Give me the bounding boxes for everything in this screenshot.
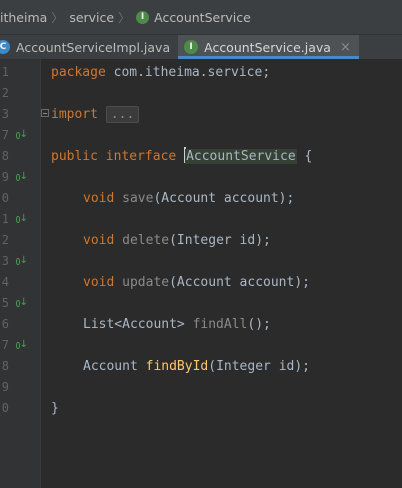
method-params: (); xyxy=(247,317,271,332)
tab-accountservice[interactable]: I AccountService.java × xyxy=(178,35,359,59)
implemented-method-icon[interactable]: ↓ xyxy=(16,171,28,183)
method-name-update[interactable]: update xyxy=(122,275,169,290)
gutter-row: 2 xyxy=(0,83,402,104)
method-params: (Account account); xyxy=(169,275,310,290)
code-line: List<Account> findAll(); xyxy=(0,314,402,335)
ide-window: itheima 〉 service 〉 I AccountService C A… xyxy=(0,0,402,488)
code-line: package com.itheima.service; xyxy=(0,62,402,83)
tab-label: AccountServiceImpl.java xyxy=(16,39,171,55)
method-name-delete[interactable]: delete xyxy=(122,233,169,248)
breadcrumb: itheima 〉 service 〉 I AccountService xyxy=(0,0,402,35)
return-type: void xyxy=(83,275,115,290)
implemented-circle-icon xyxy=(16,341,20,349)
code-text: void save(Account account); xyxy=(83,189,294,208)
code-text: import ... xyxy=(51,105,140,124)
code-line: void delete(Integer id); xyxy=(0,230,402,251)
code-text: void delete(Integer id); xyxy=(83,231,271,250)
code-line: public interface AccountService { xyxy=(0,146,402,167)
gutter-row: 9 ↓ xyxy=(0,167,402,188)
return-type: Account xyxy=(83,359,138,374)
code-editor[interactable]: 1 2 3 7 ↓ 8 9 ↓ 0 1 ↓ 2 3 ↓ 4 5 ↓ 6 7 ↓ 8 9 0 package com.ithe… xyxy=(0,59,402,488)
code-text: void update(Account account); xyxy=(83,273,310,292)
breadcrumb-item-package[interactable]: itheima xyxy=(0,10,47,25)
keyword-interface: interface xyxy=(105,149,177,164)
code-line: Account findById(Integer id); xyxy=(0,356,402,377)
keyword-import: import xyxy=(51,107,98,122)
breadcrumb-separator-icon: 〉 xyxy=(51,10,64,25)
implemented-method-icon[interactable]: ↓ xyxy=(16,255,28,267)
implemented-circle-icon xyxy=(16,299,20,307)
line-number: 5 xyxy=(1,296,9,310)
implemented-method-icon[interactable]: ↓ xyxy=(16,129,28,141)
tab-accountserviceimpl[interactable]: C AccountServiceImpl.java xyxy=(0,35,178,59)
close-brace: } xyxy=(51,401,59,416)
code-text: } xyxy=(51,399,59,418)
gutter-row: 9 xyxy=(0,377,402,398)
arrow-down-icon: ↓ xyxy=(19,213,28,224)
interface-icon: I xyxy=(136,10,150,24)
method-name-findall[interactable]: findAll xyxy=(193,317,248,332)
keyword-package: package xyxy=(51,65,106,80)
line-number: 9 xyxy=(1,170,9,184)
arrow-down-icon: ↓ xyxy=(19,129,28,140)
gutter-row: 1 ↓ xyxy=(0,209,402,230)
breadcrumb-item-service[interactable]: service xyxy=(69,10,114,25)
method-params: (Account account); xyxy=(153,191,295,206)
interface-name[interactable]: AccountService xyxy=(185,149,297,164)
line-number: 2 xyxy=(1,86,9,100)
line-number: 3 xyxy=(1,254,9,268)
implemented-method-icon[interactable]: ↓ xyxy=(16,297,28,309)
method-name-findbyid[interactable]: findById xyxy=(146,359,209,374)
method-params: (Integer id); xyxy=(169,233,271,248)
code-line: void save(Account account); xyxy=(0,188,402,209)
keyword-public: public xyxy=(51,149,98,164)
gutter-row: 3 ↓ xyxy=(0,251,402,272)
breadcrumb-item-accountservice[interactable]: AccountService xyxy=(154,10,251,25)
line-number: 9 xyxy=(1,380,9,394)
gutter-row: 5 ↓ xyxy=(0,293,402,314)
code-text: List<Account> findAll(); xyxy=(83,315,271,334)
arrow-down-icon: ↓ xyxy=(19,255,28,266)
implemented-circle-icon xyxy=(16,131,20,139)
return-type: void xyxy=(83,233,115,248)
fold-toggle-icon[interactable] xyxy=(41,109,49,117)
code-line: void update(Account account); xyxy=(0,272,402,293)
editor-tab-bar: C AccountServiceImpl.java I AccountServi… xyxy=(0,35,402,59)
breadcrumb-separator-icon: 〉 xyxy=(118,10,131,25)
line-number: 7 xyxy=(1,128,9,142)
gutter-row: 7 ↓ xyxy=(0,335,402,356)
implemented-circle-icon xyxy=(16,257,20,265)
code-text: Account findById(Integer id); xyxy=(83,357,310,376)
code-text: package com.itheima.service; xyxy=(51,63,270,82)
package-name: com.itheima.service; xyxy=(105,65,271,80)
code-text: public interface AccountService { xyxy=(51,147,312,166)
interface-icon: I xyxy=(184,40,199,54)
arrow-down-icon: ↓ xyxy=(19,339,28,350)
close-icon[interactable]: × xyxy=(340,40,351,55)
line-number: 7 xyxy=(1,338,9,352)
method-params: (Integer id); xyxy=(208,359,310,374)
return-type: void xyxy=(83,191,115,206)
code-line: } xyxy=(0,398,402,419)
implemented-circle-icon xyxy=(16,173,20,181)
implemented-method-icon[interactable]: ↓ xyxy=(16,213,28,225)
folded-imports[interactable]: ... xyxy=(105,106,140,123)
implemented-method-icon[interactable]: ↓ xyxy=(16,339,28,351)
return-type: List<Account> xyxy=(83,317,185,332)
method-name-save[interactable]: save xyxy=(122,191,153,206)
open-brace: { xyxy=(296,149,313,164)
gutter-row: 7 ↓ xyxy=(0,125,402,146)
implemented-circle-icon xyxy=(16,215,20,223)
line-number: 1 xyxy=(1,212,9,226)
arrow-down-icon: ↓ xyxy=(19,171,28,182)
tab-label: AccountService.java xyxy=(204,39,331,55)
class-icon: C xyxy=(0,40,10,54)
arrow-down-icon: ↓ xyxy=(19,297,28,308)
code-line: import ... xyxy=(0,104,402,125)
